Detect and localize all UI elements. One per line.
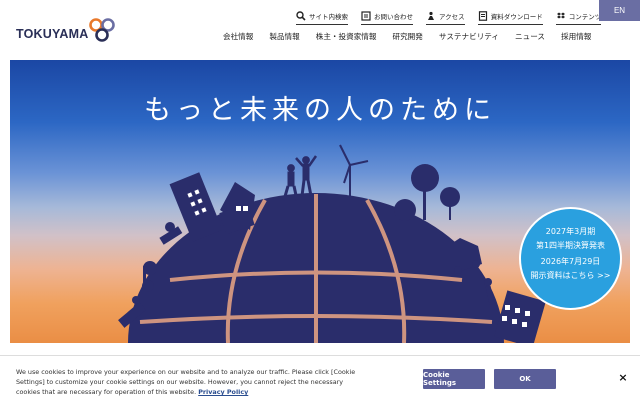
map-person-icon [428,11,434,20]
nav-recruit[interactable]: 採用情報 [561,31,591,42]
cookie-message: We use cookies to improve your experienc… [16,367,356,397]
nav-investors[interactable]: 株主・投資家情報 [316,31,377,42]
logo-mark-icon [89,18,115,42]
util-link-label: コンテンツ [568,13,602,21]
util-link-label: 資料ダウンロード [490,13,543,21]
logo-text: TOKUYAMA [16,27,89,41]
nav-sustainability[interactable]: サステナビリティ [439,31,499,42]
ir-report-title: 第1四半期決算発表 [535,241,606,250]
ir-link-label: 開示資料はこちら >> [530,271,611,280]
ir-announcement-badge[interactable]: 2027年3月期 第1四半期決算発表 2026年7月29日 開示資料はこちら >… [519,207,622,310]
close-icon[interactable]: × [617,371,629,384]
ir-date: 2026年7月29日 [540,257,601,266]
nav-company[interactable]: 会社情報 [223,31,253,42]
util-link-label: お問い合わせ [374,13,413,21]
main-nav: 会社情報 製品情報 株主・投資家情報 研究開発 サステナビリティ ニュース 採用… [223,29,591,43]
cookie-settings-button[interactable]: Cookie Settings [423,369,485,389]
util-link-contents[interactable]: コンテンツ [555,9,602,25]
hero-headline: もっと未来の人のために [144,95,496,126]
cookie-ok-button[interactable]: OK [494,369,556,389]
util-link-contact[interactable]: お問い合わせ [361,9,413,25]
hero-banner: もっと未来の人のために [10,60,630,343]
util-link-label: サイト内検索 [309,13,348,21]
nav-research[interactable]: 研究開発 [393,31,423,42]
search-icon [296,11,306,21]
ir-fiscal-year: 2027年3月期 [545,227,596,236]
utility-nav: サイト内検索 お問い合わせ アクセス 資料ダウンロード コンテンツ [296,9,614,25]
page: TOKUYAMA サイト内検索 お問い合わせ アクセス 資料ダウンロード コンテ… [0,0,640,400]
dropbox-icon [556,12,565,19]
mail-icon [361,11,371,21]
language-en-button[interactable]: EN [599,0,640,21]
privacy-policy-link[interactable]: Privacy Policy [198,388,248,396]
tokuyama-logo[interactable]: TOKUYAMA [16,14,120,44]
util-link-access[interactable]: アクセス [426,9,465,25]
document-icon [478,11,487,21]
util-link-download[interactable]: 資料ダウンロード [477,9,543,25]
nav-products[interactable]: 製品情報 [269,31,299,42]
util-link-search[interactable]: サイト内検索 [296,9,348,25]
cookie-message-text: We use cookies to improve your experienc… [16,368,356,396]
nav-news[interactable]: ニュース [515,31,545,42]
util-link-label: アクセス [439,13,465,21]
